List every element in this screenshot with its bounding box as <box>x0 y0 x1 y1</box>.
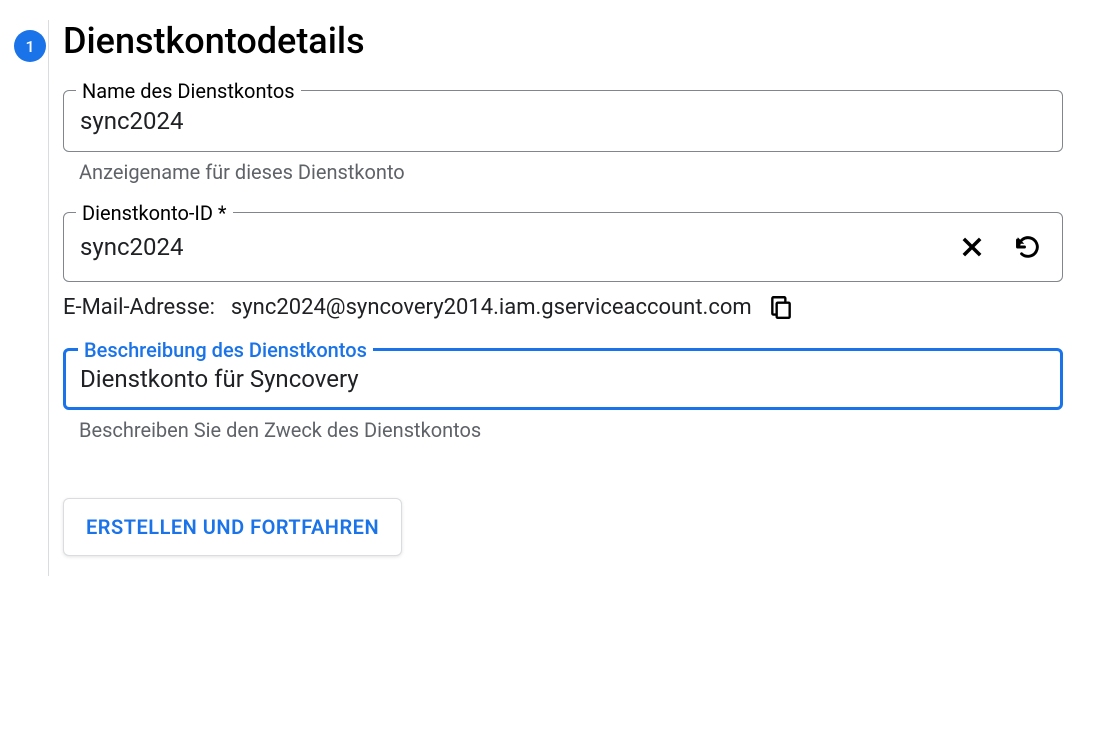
field-wrapper-name: Name des Dienstkontos Anzeigename für di… <box>63 90 1063 184</box>
email-label: E-Mail-Adresse: <box>63 295 215 320</box>
refresh-id-button[interactable] <box>1010 229 1046 265</box>
description-field-label: Beschreibung des Dienstkontos <box>78 338 373 362</box>
close-icon <box>958 233 986 261</box>
action-bar: ERSTELLEN UND FORTFAHREN <box>63 498 1063 556</box>
field-wrapper-id: Dienstkonto-ID * <box>63 212 1063 282</box>
refresh-icon <box>1014 233 1042 261</box>
id-field-label: Dienstkonto-ID * <box>76 201 233 225</box>
step-heading: Dienstkontodetails <box>63 20 1088 62</box>
id-field-outline: Dienstkonto-ID * <box>63 212 1063 282</box>
description-field-helper: Beschreiben Sie den Zweck des Dienstkont… <box>79 418 1063 442</box>
name-input[interactable] <box>80 107 1046 135</box>
email-value: sync2024@syncovery2014.iam.gserviceaccou… <box>231 295 752 320</box>
name-field-label: Name des Dienstkontos <box>76 79 301 103</box>
step-number-badge: 1 <box>14 30 46 62</box>
clear-id-button[interactable] <box>954 229 990 265</box>
email-row: E-Mail-Adresse: sync2024@syncovery2014.i… <box>63 294 1063 320</box>
description-field-outline: Beschreibung des Dienstkontos <box>63 348 1063 410</box>
name-field-helper: Anzeigename für dieses Dienstkonto <box>79 160 1063 184</box>
description-input[interactable] <box>80 365 1046 393</box>
step-container: 1 Dienstkontodetails Name des Dienstkont… <box>14 20 1106 576</box>
create-and-continue-button[interactable]: ERSTELLEN UND FORTFAHREN <box>63 498 402 556</box>
form-area: Name des Dienstkontos Anzeigename für di… <box>63 90 1063 556</box>
step-content: Dienstkontodetails Name des Dienstkontos… <box>48 20 1088 576</box>
id-field-actions <box>954 229 1046 265</box>
id-input[interactable] <box>80 233 942 261</box>
copy-email-button[interactable] <box>768 294 794 320</box>
name-field-outline: Name des Dienstkontos <box>63 90 1063 152</box>
copy-icon <box>768 294 794 320</box>
field-wrapper-description: Beschreibung des Dienstkontos Beschreibe… <box>63 348 1063 442</box>
